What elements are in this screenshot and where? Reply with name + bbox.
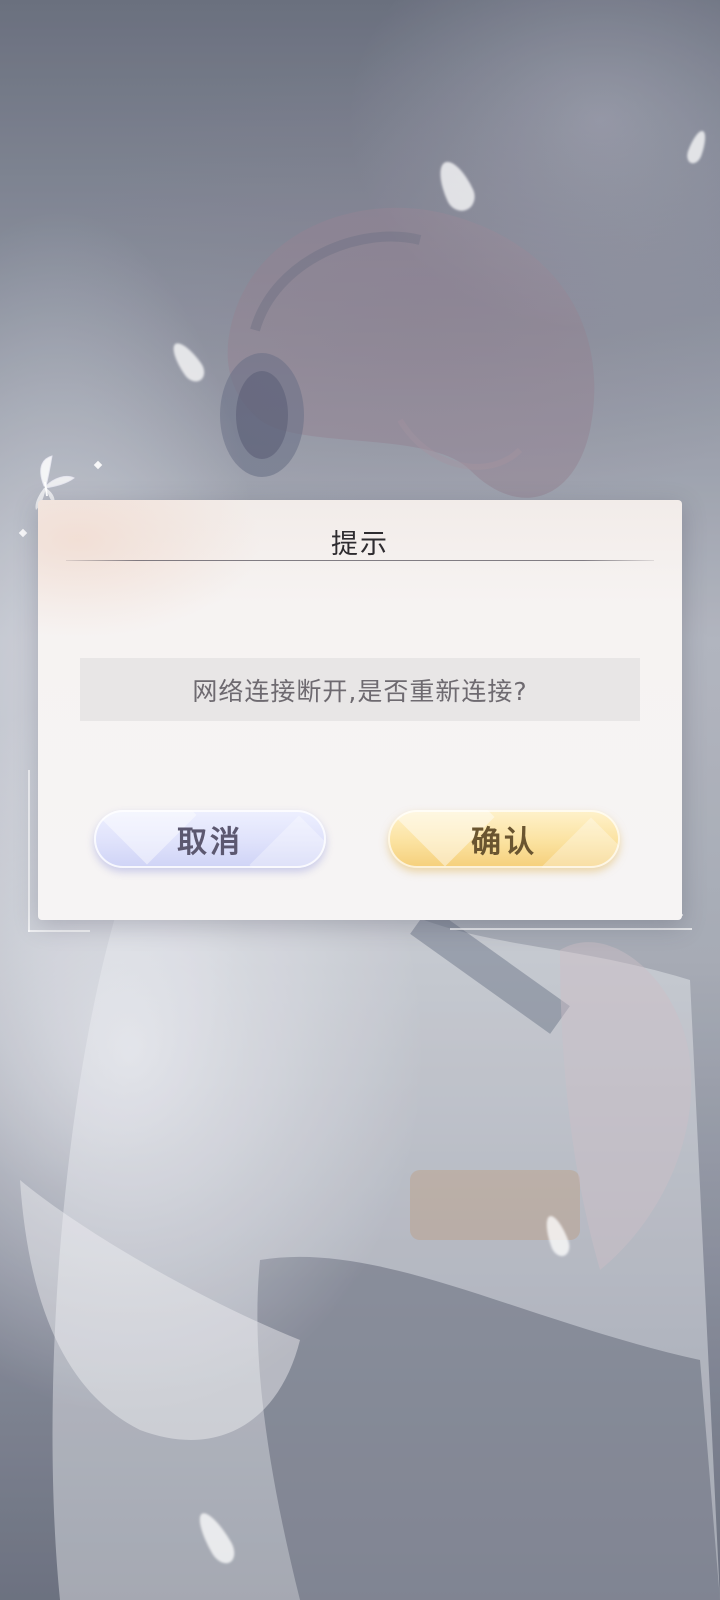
dialog-frame-decoration xyxy=(28,930,90,932)
title-divider xyxy=(66,560,654,561)
message-box: 网络连接断开,是否重新连接? xyxy=(80,658,640,721)
dialog-frame-decoration xyxy=(450,928,692,930)
confirm-button-label: 确认 xyxy=(471,825,537,860)
dialog-message: 网络连接断开,是否重新连接? xyxy=(192,676,528,706)
screen: 提示 网络连接断开,是否重新连接? 取消 确认 xyxy=(0,0,720,1600)
network-alert-dialog: 提示 网络连接断开,是否重新连接? 取消 确认 xyxy=(38,500,682,920)
button-facet-decoration xyxy=(541,817,620,868)
cancel-button-label: 取消 xyxy=(177,825,243,860)
cancel-button[interactable]: 取消 xyxy=(94,810,326,868)
button-facet-decoration xyxy=(249,815,326,868)
confirm-button[interactable]: 确认 xyxy=(388,810,620,868)
dialog-frame-decoration xyxy=(28,770,30,932)
dialog-title: 提示 xyxy=(331,529,389,560)
